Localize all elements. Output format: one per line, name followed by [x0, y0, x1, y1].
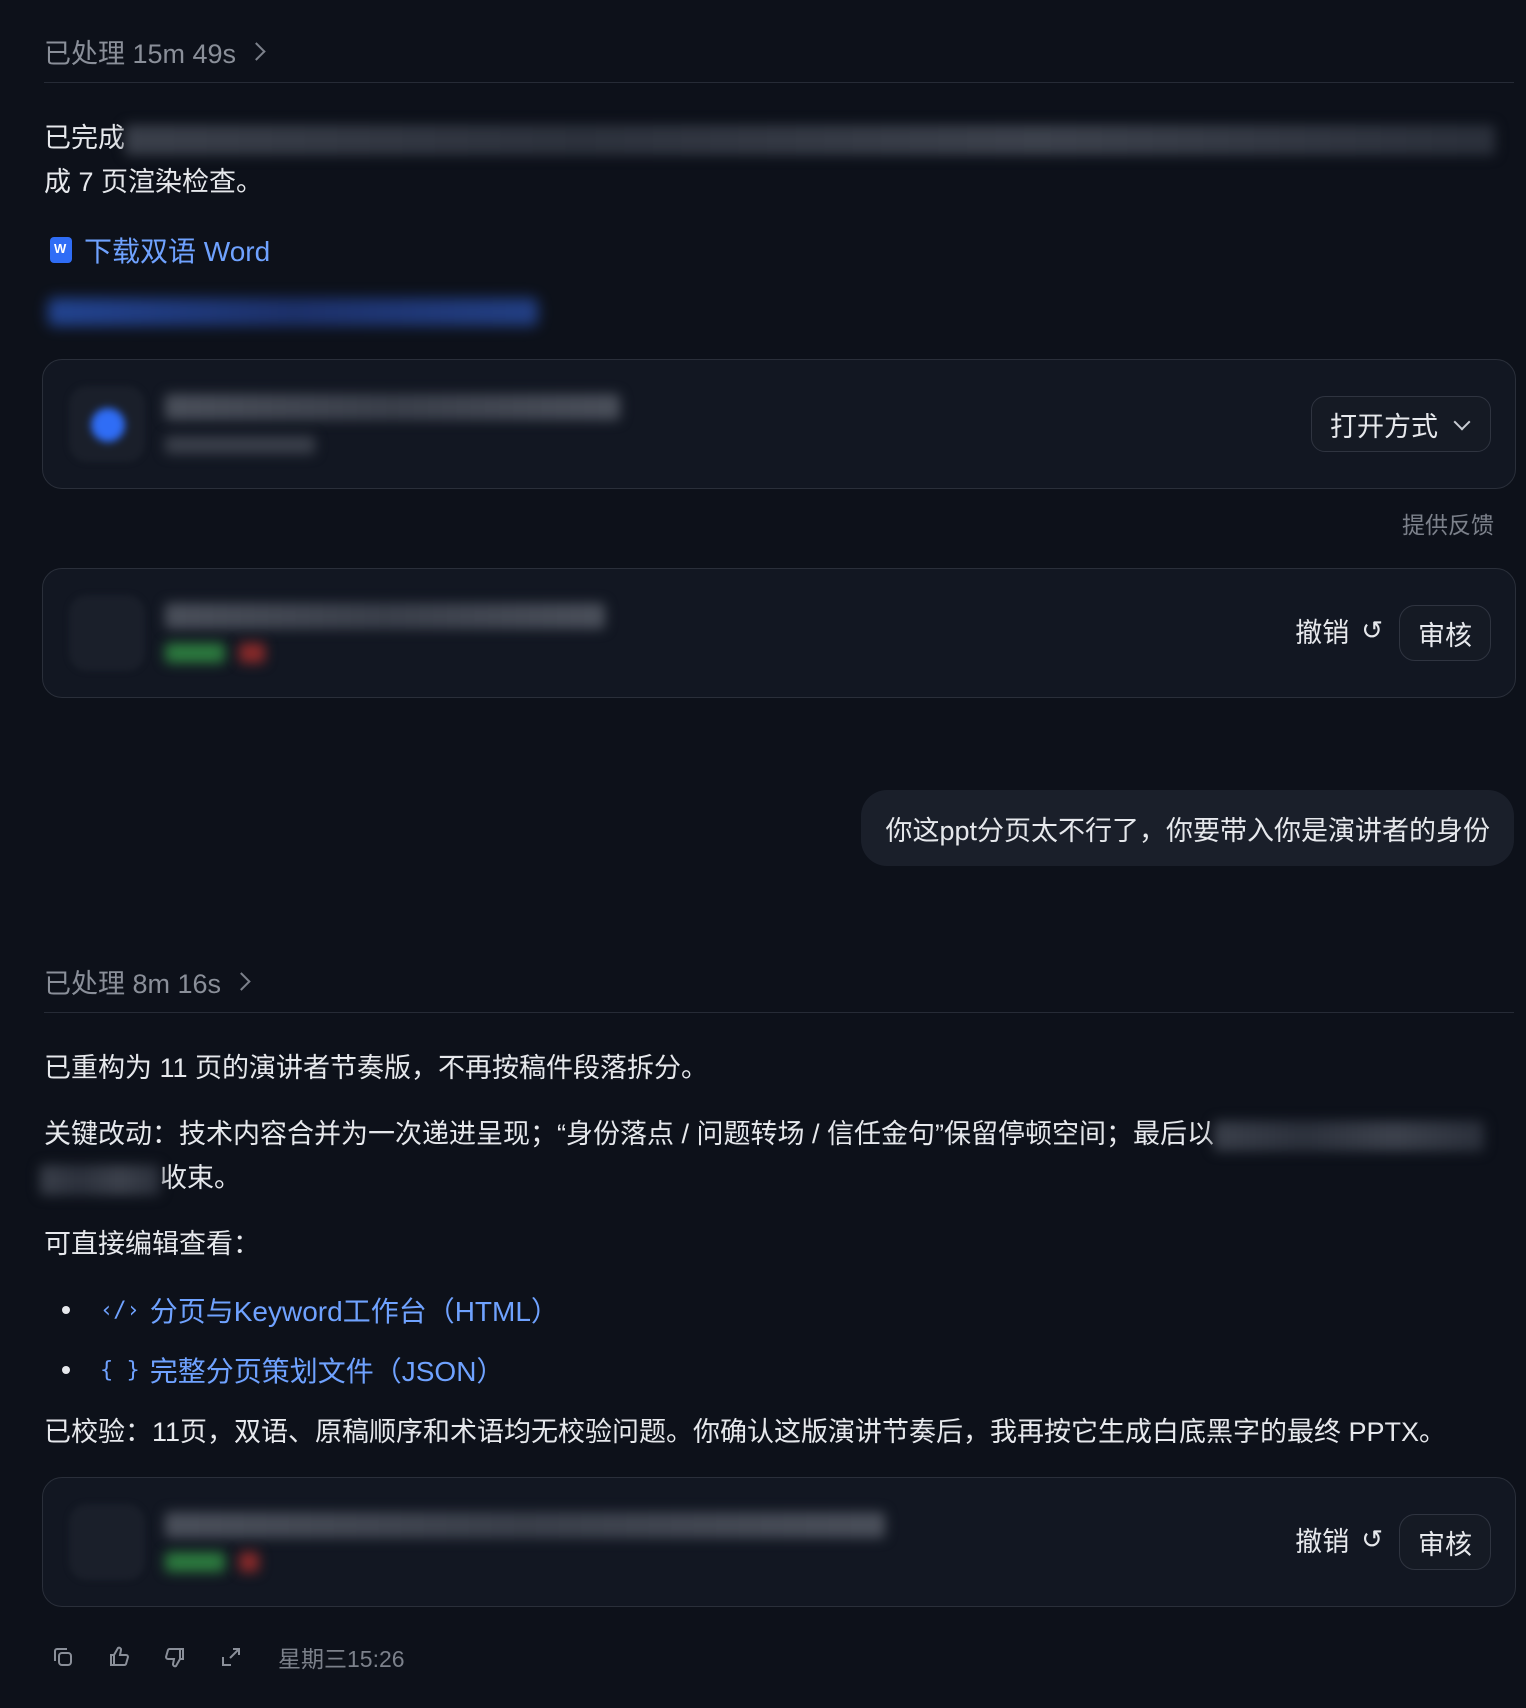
undo-label: 撤销: [1295, 618, 1350, 648]
divider: [44, 1012, 1514, 1013]
download-word-link[interactable]: 下载双语 Word: [50, 230, 270, 270]
link-label: 完整分页策划文件（JSON）: [149, 1356, 505, 1387]
code-icon: ‹/›: [100, 1297, 140, 1323]
processed-toggle-1[interactable]: 已处理 15m 49s: [44, 31, 266, 71]
additions-badge: [165, 1552, 225, 1572]
open-with-button[interactable]: 打开方式: [1311, 396, 1491, 452]
change-thumbnail: [69, 595, 145, 671]
divider: [44, 82, 1514, 83]
processed-label: 已处理 8m 16s: [44, 968, 222, 999]
change-thumbnail: [69, 1504, 145, 1580]
feedback-link[interactable]: 提供反馈: [1402, 506, 1494, 540]
response-paragraph-3: 可直接编辑查看：: [44, 1229, 260, 1259]
response-paragraph-1: 已重构为 11 页的演讲者节奏版，不再按稿件段落拆分。: [44, 1053, 709, 1083]
message-timestamp: 星期三15:26: [278, 1646, 405, 1672]
deletions-badge: [239, 643, 265, 663]
html-workbench-link[interactable]: ‹/› 分页与Keyword工作台（HTML）: [62, 1290, 559, 1330]
redacted-text: [125, 124, 1495, 155]
response-paragraph-4: 已校验：11页，双语、原稿顺序和术语均无校验问题。你确认这版演讲节奏后，我再按它…: [44, 1417, 1447, 1447]
change-card-2: 撤销 ↺ 审核: [42, 1477, 1516, 1607]
undo-button[interactable]: 撤销 ↺: [1295, 611, 1383, 650]
word-file-icon: [50, 237, 72, 263]
braces-icon: { }: [100, 1357, 140, 1383]
processed-label: 已处理 15m 49s: [44, 38, 237, 69]
key-changes-text: 关键改动：技术内容合并为一次递进呈现；“身份落点 / 问题转场 / 信任金句”保…: [44, 1119, 1214, 1149]
processed-toggle-2[interactable]: 已处理 8m 16s: [44, 961, 251, 1001]
open-with-label: 打开方式: [1330, 411, 1438, 442]
copy-icon[interactable]: [50, 1644, 76, 1670]
download-word-label: 下载双语 Word: [84, 236, 271, 267]
chevron-down-icon: [1453, 413, 1471, 431]
undo-icon: ↺: [1361, 1524, 1383, 1554]
message-actions: 星期三15:26: [50, 1640, 405, 1674]
additions-badge: [165, 643, 225, 663]
review-button[interactable]: 审核: [1399, 605, 1491, 661]
share-icon[interactable]: [218, 1644, 244, 1670]
json-plan-link[interactable]: { } 完整分页策划文件（JSON）: [62, 1350, 504, 1390]
deletions-badge: [239, 1552, 259, 1572]
undo-button[interactable]: 撤销 ↺: [1295, 1520, 1383, 1559]
summary-prefix: 已完成: [44, 123, 125, 153]
file-card[interactable]: 打开方式: [42, 359, 1516, 489]
summary-tail: 成 7 页渲染检查。: [44, 167, 264, 197]
bullet-dot: [62, 1366, 70, 1374]
redacted-text: [1214, 1120, 1484, 1151]
chevron-right-icon: [232, 971, 251, 991]
undo-icon: ↺: [1361, 615, 1383, 645]
review-button[interactable]: 审核: [1399, 1514, 1491, 1570]
undo-label: 撤销: [1295, 1527, 1350, 1557]
redacted-file-meta: [165, 436, 315, 454]
redacted-text: [40, 1164, 160, 1195]
thumbs-down-icon[interactable]: [162, 1644, 188, 1670]
file-thumbnail: [69, 386, 145, 462]
user-message-text: 你这ppt分页太不行了，你要带入你是演讲者的身份: [885, 815, 1490, 846]
user-message-bubble: 你这ppt分页太不行了，你要带入你是演讲者的身份: [861, 790, 1514, 866]
summary-paragraph: 已完成 成 7 页渲染检查。: [44, 116, 1514, 204]
bullet-dot: [62, 1306, 70, 1314]
redacted-change-title: [165, 1512, 885, 1538]
redacted-link[interactable]: [48, 298, 538, 326]
change-card-1: 撤销 ↺ 审核: [42, 568, 1516, 698]
key-changes-tail: 收束。: [160, 1163, 241, 1193]
redacted-filename: [165, 394, 620, 420]
response-paragraph-2: 关键改动：技术内容合并为一次递进呈现；“身份落点 / 问题转场 / 信任金句”保…: [40, 1112, 1514, 1200]
link-label: 分页与Keyword工作台（HTML）: [149, 1296, 559, 1327]
redacted-change-title: [165, 603, 605, 629]
chevron-right-icon: [247, 41, 266, 61]
thumbs-up-icon[interactable]: [106, 1644, 132, 1670]
